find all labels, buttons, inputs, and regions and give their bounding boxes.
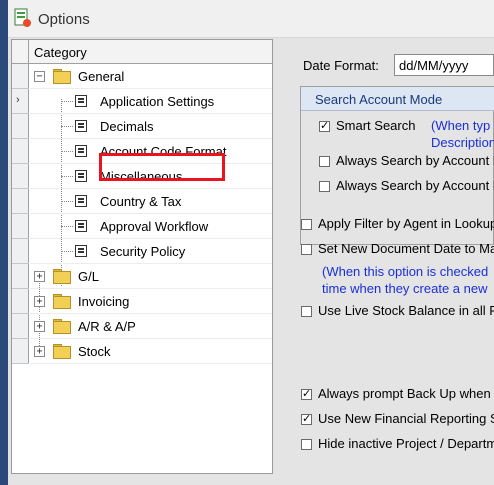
search-by-account-desc-checkbox[interactable]	[319, 181, 330, 192]
tree-item-invoicing[interactable]: + Invoicing	[30, 289, 272, 314]
settings-page-icon	[75, 195, 87, 207]
window-title: Options	[38, 11, 90, 28]
row-selector[interactable]	[12, 289, 29, 314]
smart-search-note: (When typ	[431, 118, 491, 133]
tree-item-ar-ap[interactable]: + A/R & A/P	[30, 314, 272, 339]
expand-icon[interactable]: +	[34, 321, 45, 332]
row-selector[interactable]: ›	[12, 89, 29, 114]
row-selector[interactable]	[12, 239, 29, 264]
smart-search-note-2: Description	[431, 135, 494, 150]
folder-icon	[53, 294, 71, 309]
folder-icon	[53, 319, 71, 334]
tree-item-stock[interactable]: + Stock	[30, 339, 272, 364]
settings-page-icon	[75, 245, 87, 257]
smart-search-label: Smart Search	[336, 118, 416, 133]
hide-inactive-checkbox[interactable]	[301, 439, 312, 450]
tree-item-label: General	[78, 69, 125, 84]
settings-page-icon	[75, 220, 87, 232]
tree-item-label: Application Settings	[100, 94, 215, 109]
folder-icon	[53, 269, 71, 284]
prompt-backup-label: Always prompt Back Up when e	[318, 386, 494, 401]
live-stock-balance-label: Use Live Stock Balance in all Fi	[318, 303, 494, 318]
live-stock-balance-checkbox[interactable]	[301, 306, 312, 317]
background-window-edge	[0, 0, 8, 485]
tree-item-gl[interactable]: + G/L	[30, 264, 272, 289]
tree-item-label: Security Policy	[100, 244, 186, 259]
settings-page-icon	[75, 170, 87, 182]
expand-icon[interactable]: +	[34, 271, 45, 282]
hide-inactive-label: Hide inactive Project / Departm	[318, 436, 494, 451]
new-document-date-label: Set New Document Date to Max	[318, 241, 494, 256]
current-row-arrow-icon: ›	[16, 94, 20, 106]
row-selector[interactable]	[12, 189, 29, 214]
expand-icon[interactable]: +	[34, 346, 45, 357]
row-selector[interactable]	[12, 114, 29, 139]
apply-filter-label: Apply Filter by Agent in Lookup	[318, 216, 494, 231]
search-by-account-desc-label: Always Search by Account D	[336, 178, 494, 193]
row-selector[interactable]	[12, 164, 29, 189]
tree-item-label: A/R & A/P	[78, 319, 136, 334]
apply-filter-checkbox[interactable]	[301, 219, 312, 230]
row-selector[interactable]	[12, 339, 29, 364]
row-selector-gutter: ›	[12, 64, 29, 364]
prompt-backup-checkbox[interactable]	[301, 387, 312, 400]
collapse-icon[interactable]: −	[34, 71, 45, 82]
new-financial-reporting-checkbox[interactable]	[301, 412, 312, 425]
tree-item-approval-workflow[interactable]: Approval Workflow	[30, 214, 272, 239]
expand-icon[interactable]: +	[34, 296, 45, 307]
smart-search-checkbox[interactable]	[319, 119, 330, 132]
row-selector[interactable]	[12, 264, 29, 289]
tree-item-security-policy[interactable]: Security Policy	[30, 239, 272, 264]
date-format-field[interactable]: dd/MM/yyyy	[394, 54, 494, 76]
folder-icon	[53, 69, 71, 84]
tree-item-decimals[interactable]: Decimals	[30, 114, 272, 139]
title-bar: Options	[8, 0, 494, 38]
settings-page-icon	[75, 95, 87, 107]
tree-item-label: Invoicing	[78, 294, 130, 309]
row-selector[interactable]	[12, 314, 29, 339]
folder-icon	[53, 344, 71, 359]
tree-item-label: Stock	[78, 344, 111, 359]
row-selector[interactable]	[12, 64, 29, 89]
settings-panel: Date Format: dd/MM/yyyy Search Account M…	[287, 39, 494, 479]
new-financial-reporting-label: Use New Financial Reporting S	[318, 411, 494, 426]
tree-item-label: Approval Workflow	[100, 219, 209, 234]
app-logo-icon	[14, 8, 31, 27]
new-document-date-checkbox[interactable]	[301, 244, 312, 255]
highlight-annotation	[99, 153, 225, 181]
category-column-header[interactable]: Category	[34, 45, 87, 60]
settings-page-icon	[75, 145, 87, 157]
tree-item-label: Country & Tax	[100, 194, 182, 209]
row-selector[interactable]	[12, 139, 29, 164]
group-title: Search Account Mode	[315, 92, 443, 107]
tree-item-general[interactable]: − General	[30, 64, 272, 89]
tree-item-label: G/L	[78, 269, 99, 284]
date-format-label: Date Format:	[303, 58, 379, 73]
category-tree: Category › − General Application Setting…	[11, 39, 273, 474]
search-by-account-no-checkbox[interactable]	[319, 156, 330, 167]
tree-header: Category	[12, 40, 272, 64]
tree-item-application-settings[interactable]: Application Settings	[30, 89, 272, 114]
row-selector[interactable]	[12, 214, 29, 239]
tree-item-country-tax[interactable]: Country & Tax	[30, 189, 272, 214]
settings-page-icon	[75, 120, 87, 132]
search-by-account-no-label: Always Search by Account N	[336, 153, 494, 168]
new-document-date-note: (When this option is checked	[322, 264, 489, 279]
tree-item-label: Decimals	[100, 119, 154, 134]
new-document-date-note-2: time when they create a new	[322, 281, 488, 296]
